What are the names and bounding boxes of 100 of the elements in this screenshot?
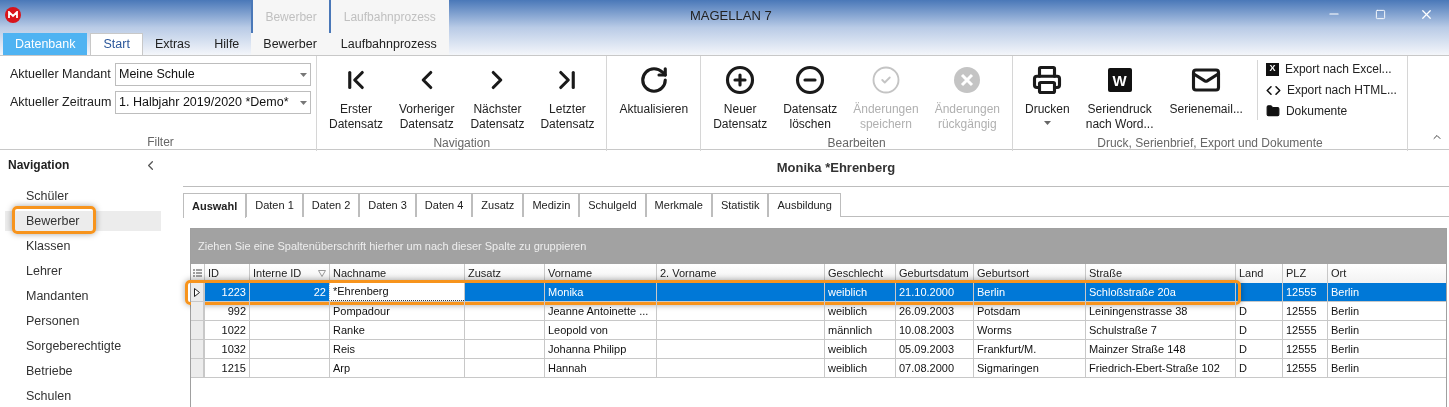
table-cell: 12555	[1282, 283, 1327, 301]
record-tab[interactable]: Merkmale	[645, 193, 712, 217]
ribbon-tab[interactable]: Start	[90, 33, 143, 55]
table-cell: 1032	[204, 340, 249, 358]
excel-icon: X	[1265, 62, 1279, 76]
field-label: Aktueller Mandant	[10, 66, 112, 84]
record-title: Monika *Ehrenberg	[776, 159, 896, 178]
nav-item[interactable]: Bewerber	[5, 211, 161, 231]
filter-icon[interactable]	[318, 270, 326, 277]
record-tab[interactable]: Medizin	[523, 193, 580, 217]
nav-item[interactable]: Schüler	[5, 186, 161, 206]
nav-item[interactable]: Sorgeberechtigte	[5, 336, 161, 356]
current-row-icon	[194, 287, 200, 297]
table-cell: Berlin	[1327, 321, 1446, 339]
ribbon-tab[interactable]: Laufbahnprozess	[328, 33, 449, 55]
table-cell: Berlin	[1327, 283, 1446, 301]
table-cell: D	[1235, 321, 1282, 339]
record-tab[interactable]: Schulgeld	[579, 193, 646, 217]
table-cell: weiblich	[824, 283, 895, 301]
table-cell: 1223	[204, 283, 249, 301]
ribbon-button[interactable]: W Seriendruck nach Word...	[1077, 56, 1162, 136]
ribbon-button[interactable]: Vorheriger Datensatz	[391, 56, 463, 136]
ribbon-button[interactable]: Letzter Datensatz	[532, 56, 603, 136]
nav-item[interactable]: Betriebe	[5, 361, 161, 381]
ribbon-tab[interactable]: Extras	[142, 33, 203, 55]
table-cell: 12555	[1282, 359, 1327, 377]
ribbon-tab[interactable]: Hilfe	[202, 33, 252, 55]
folder-icon	[1265, 104, 1280, 118]
export-button[interactable]: Dokumente	[1265, 102, 1403, 120]
record-tab[interactable]: Zusatz	[472, 193, 524, 217]
nav-item[interactable]: Mandanten	[5, 286, 161, 306]
record-tab[interactable]: Statistik	[711, 193, 769, 217]
field-label: Aktueller Zeitraum	[10, 94, 112, 112]
table-cell: Berlin	[1327, 359, 1446, 377]
table-cell: 10.08.2003	[895, 321, 973, 339]
table-cell: Johanna Philipp	[544, 340, 656, 358]
table-cell: Monika	[544, 283, 656, 301]
table-cell: 07.08.2000	[895, 359, 973, 377]
table-cell: Berlin	[973, 283, 1085, 301]
table-cell: Schloßstraße 20a	[1085, 283, 1235, 301]
dropdown-field[interactable]: 1. Halbjahr 2019/2020 *Demo*	[115, 91, 311, 114]
table-cell: D	[1235, 340, 1282, 358]
ribbon-button[interactable]: Neuer Datensatz	[705, 56, 776, 136]
record-tab[interactable]: Ausbildung	[768, 193, 841, 217]
group-label: Navigation	[432, 136, 492, 151]
table-cell: Frankfurt/M.	[973, 340, 1085, 358]
ribbon-button[interactable]: Nächster Datensatz	[462, 56, 533, 136]
table-cell: 12555	[1282, 302, 1327, 320]
table-cell: 05.09.2003	[895, 340, 973, 358]
export-button[interactable]: Export nach HTML...	[1265, 81, 1403, 99]
check-circle-icon	[870, 65, 901, 95]
table-cell: Schulstraße 7	[1085, 321, 1235, 339]
record-tab[interactable]: Daten 4	[415, 193, 473, 217]
mail-icon	[1191, 65, 1222, 95]
ribbon-button[interactable]: Datensatz löschen	[775, 56, 846, 136]
table-cell: männlich	[824, 321, 895, 339]
table-cell: Leiningenstrasse 38	[1085, 302, 1235, 320]
minus-circle-icon	[795, 65, 826, 95]
refresh-icon	[638, 65, 669, 95]
ribbon-tab[interactable]: Bewerber	[251, 33, 329, 55]
export-button[interactable]: X Export nach Excel...	[1265, 60, 1403, 78]
nav-item[interactable]: Schulen	[5, 386, 161, 406]
record-tab[interactable]: Auswahl	[183, 193, 247, 218]
table-cell: D	[1235, 359, 1282, 377]
ribbon-button[interactable]: Drucken	[1017, 56, 1078, 136]
ribbon-button[interactable]: Serienemail...	[1161, 56, 1251, 136]
cancel-icon	[953, 66, 982, 94]
app-logo-icon	[5, 7, 21, 23]
group-label: Bearbeiten	[826, 136, 887, 151]
table-cell: Leopold von	[544, 321, 656, 339]
record-tab[interactable]: Daten 3	[359, 193, 416, 217]
maximize-icon	[1374, 8, 1386, 20]
row-header[interactable]	[191, 283, 204, 301]
table-cell: Ranke	[329, 321, 464, 339]
nav-item[interactable]: Personen	[5, 311, 161, 331]
table-cell: Mainzer Straße 148	[1085, 340, 1235, 358]
dropdown-field[interactable]: Meine Schule	[115, 63, 311, 86]
printer-icon	[1032, 65, 1063, 95]
table-cell: Jeanne Antoinette ...	[544, 302, 656, 320]
group-label: Druck, Serienbrief, Export und Dokumente	[1096, 136, 1324, 151]
table-cell: Hannah	[544, 359, 656, 377]
table-cell: Reis	[329, 340, 464, 358]
ribbon-button[interactable]: Erster Datensatz	[321, 56, 392, 136]
ribbon-button[interactable]: Aktualisieren	[611, 56, 697, 136]
table-cell: 26.09.2003	[895, 302, 973, 320]
table-cell: D	[1235, 302, 1282, 320]
plus-circle-icon	[725, 65, 756, 95]
table-cell: Potsdam	[973, 302, 1085, 320]
nav-item[interactable]: Klassen	[5, 236, 161, 256]
table-cell: Friedrich-Ebert-Straße 102	[1085, 359, 1235, 377]
nav-item[interactable]: Lehrer	[5, 261, 161, 281]
dropdown-caret-icon	[300, 72, 307, 77]
record-tab[interactable]: Daten 1	[246, 193, 303, 217]
table-cell: Arp	[329, 359, 464, 377]
window-title: MAGELLAN 7	[690, 7, 772, 25]
table-cell: weiblich	[824, 302, 895, 320]
table-cell: Sigmaringen	[973, 359, 1085, 377]
record-tab[interactable]: Daten 2	[302, 193, 360, 217]
table-cell: 12555	[1282, 340, 1327, 358]
table-cell: Berlin	[1327, 340, 1446, 358]
